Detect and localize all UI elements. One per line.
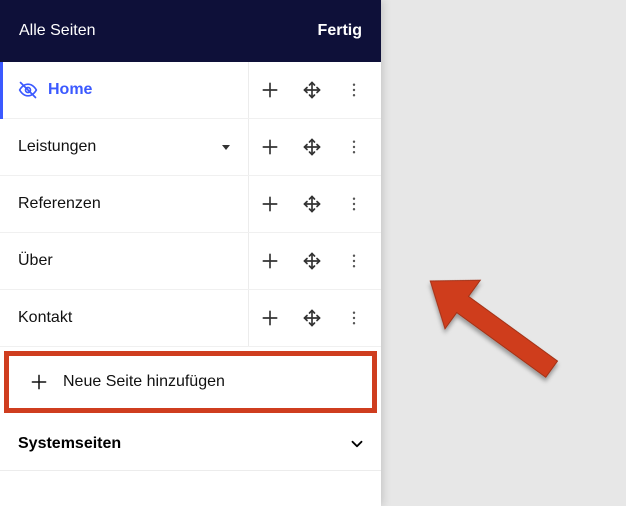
page-name: Leistungen	[18, 138, 96, 156]
more-options-button[interactable]	[333, 233, 375, 289]
page-row-actions	[249, 290, 381, 346]
page-row-actions	[249, 233, 381, 289]
page-label-area: Über	[0, 233, 249, 289]
page-name: Referenzen	[18, 195, 101, 213]
chevron-down-icon	[348, 435, 366, 453]
done-button[interactable]: Fertig	[318, 22, 362, 40]
panel-title: Alle Seiten	[19, 22, 96, 40]
move-page-button[interactable]	[291, 62, 333, 118]
page-label-area: Kontakt	[0, 290, 249, 346]
more-options-button[interactable]	[333, 119, 375, 175]
system-pages-label: Systemseiten	[18, 435, 121, 453]
page-name: Kontakt	[18, 309, 72, 327]
system-pages-section[interactable]: Systemseiten	[0, 417, 381, 471]
more-options-button[interactable]	[333, 176, 375, 232]
page-name: Über	[18, 252, 53, 270]
page-row-kontakt[interactable]: Kontakt	[0, 290, 381, 347]
add-new-page-button[interactable]: Neue Seite hinzufügen	[4, 351, 377, 413]
add-subpage-button[interactable]	[249, 233, 291, 289]
page-row-actions	[249, 176, 381, 232]
page-label-area: Leistungen	[0, 119, 249, 175]
page-row-referenzen[interactable]: Referenzen	[0, 176, 381, 233]
pages-panel: Alle Seiten Fertig Home	[0, 0, 381, 506]
page-name: Home	[48, 81, 92, 99]
plus-icon	[29, 372, 49, 392]
add-subpage-button[interactable]	[249, 119, 291, 175]
add-new-page-label: Neue Seite hinzufügen	[63, 373, 225, 391]
hidden-icon	[18, 80, 38, 100]
page-row-leistungen[interactable]: Leistungen	[0, 119, 381, 176]
add-subpage-button[interactable]	[249, 176, 291, 232]
add-subpage-button[interactable]	[249, 62, 291, 118]
page-label-area: Referenzen	[0, 176, 249, 232]
add-subpage-button[interactable]	[249, 290, 291, 346]
move-page-button[interactable]	[291, 119, 333, 175]
more-options-button[interactable]	[333, 290, 375, 346]
page-row-actions	[249, 119, 381, 175]
move-page-button[interactable]	[291, 176, 333, 232]
page-row-ueber[interactable]: Über	[0, 233, 381, 290]
move-page-button[interactable]	[291, 290, 333, 346]
page-label-area: Home	[0, 62, 249, 118]
expand-children-button[interactable]	[220, 141, 232, 153]
page-row-home[interactable]: Home	[0, 62, 381, 119]
annotation-arrow-icon	[395, 248, 595, 408]
move-page-button[interactable]	[291, 233, 333, 289]
page-row-actions	[249, 62, 381, 118]
panel-header: Alle Seiten Fertig	[0, 0, 381, 62]
more-options-button[interactable]	[333, 62, 375, 118]
active-page-indicator	[0, 62, 3, 119]
